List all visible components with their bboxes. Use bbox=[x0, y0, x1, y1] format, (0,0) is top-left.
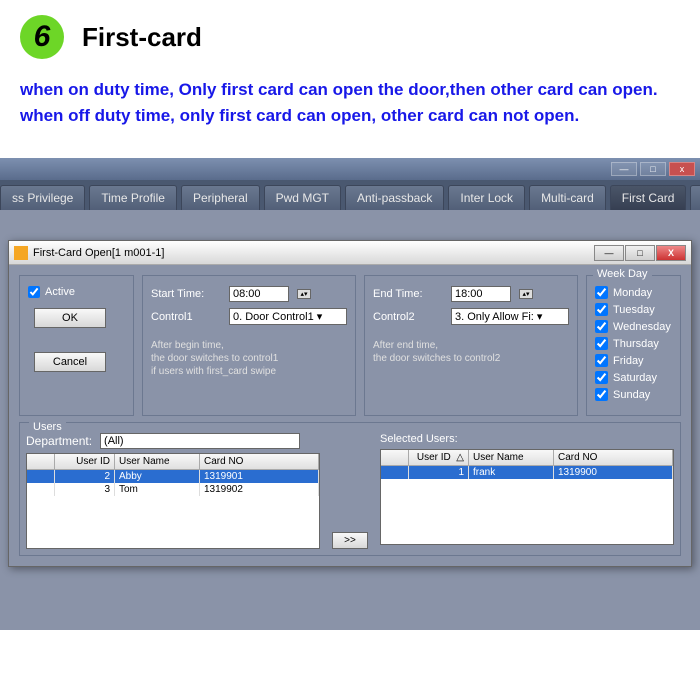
col-blank bbox=[381, 450, 409, 466]
tab-anti-passback[interactable]: Anti-passback bbox=[345, 185, 444, 210]
col-cardno: Card NO bbox=[554, 450, 673, 466]
start-time-label: Start Time: bbox=[151, 288, 221, 300]
end-time-input[interactable] bbox=[451, 286, 511, 302]
active-checkbox-input[interactable] bbox=[28, 286, 40, 298]
end-time-label: End Time: bbox=[373, 288, 443, 300]
minimize-button[interactable]: — bbox=[611, 162, 637, 176]
table-row[interactable]: 1frank1319900 bbox=[381, 466, 673, 479]
tab-bar: ss PrivilegeTime ProfilePeripheralPwd MG… bbox=[0, 180, 700, 210]
weekday-sunday[interactable]: Sunday bbox=[595, 388, 672, 401]
weekday-legend: Week Day bbox=[593, 268, 652, 280]
tab-ss-privilege[interactable]: ss Privilege bbox=[0, 185, 85, 210]
tab-task-list[interactable]: Task List bbox=[690, 185, 700, 210]
start-time-spinner[interactable]: ▴▾ bbox=[297, 289, 311, 299]
tab-multi-card[interactable]: Multi-card bbox=[529, 185, 606, 210]
desc-line-1: when on duty time, Only first card can o… bbox=[20, 77, 680, 103]
control2-select[interactable]: 3. Only Allow Fi: ▾ bbox=[451, 308, 569, 325]
users-legend: Users bbox=[29, 421, 66, 433]
weekday-friday[interactable]: Friday bbox=[595, 354, 672, 367]
start-hint: After begin time, the door switches to c… bbox=[151, 339, 347, 378]
control1-label: Control1 bbox=[151, 311, 221, 323]
dialog-minimize-button[interactable]: — bbox=[594, 245, 624, 261]
active-label: Active bbox=[45, 286, 75, 298]
dialog-close-button[interactable]: X bbox=[656, 245, 686, 261]
tab-first-card[interactable]: First Card bbox=[610, 185, 687, 210]
tab-pwd-mgt[interactable]: Pwd MGT bbox=[264, 185, 341, 210]
department-select[interactable]: (All) bbox=[100, 433, 300, 449]
start-panel: Start Time: ▴▾ Control1 0. Door Control1… bbox=[142, 275, 356, 416]
col-username: User Name bbox=[469, 450, 554, 466]
table-row[interactable]: 3Tom1319902 bbox=[27, 483, 319, 496]
dialog-icon bbox=[14, 246, 28, 260]
col-blank bbox=[27, 454, 55, 470]
tab-inter-lock[interactable]: Inter Lock bbox=[448, 185, 525, 210]
col-userid: User ID bbox=[55, 454, 115, 470]
selected-users-table[interactable]: User ID △ User Name Card NO 1frank131990… bbox=[380, 449, 674, 545]
tab-peripheral[interactable]: Peripheral bbox=[181, 185, 260, 210]
dialog-maximize-button[interactable]: □ bbox=[625, 245, 655, 261]
weekday-panel: Week Day MondayTuesdayWednesdayThursdayF… bbox=[586, 275, 681, 416]
first-card-dialog: First-Card Open[1 m001-1] — □ X Active bbox=[8, 240, 692, 567]
department-label: Department: bbox=[26, 434, 92, 448]
step-number: 6 bbox=[20, 15, 64, 59]
control1-select[interactable]: 0. Door Control1 ▾ bbox=[229, 308, 347, 325]
weekday-thursday[interactable]: Thursday bbox=[595, 337, 672, 350]
weekday-wednesday[interactable]: Wednesday bbox=[595, 320, 672, 333]
selected-users-label: Selected Users: bbox=[380, 433, 674, 445]
dialog-title: First-Card Open[1 m001-1] bbox=[33, 247, 164, 259]
desc-line-2: when off duty time, only first card can … bbox=[20, 103, 680, 129]
maximize-button[interactable]: □ bbox=[640, 162, 666, 176]
move-right-button[interactable]: >> bbox=[332, 532, 368, 549]
available-users-panel: Department: (All) User ID User Name Card… bbox=[26, 433, 320, 549]
dialog-titlebar: First-Card Open[1 m001-1] — □ X bbox=[9, 241, 691, 265]
weekday-tuesday[interactable]: Tuesday bbox=[595, 303, 672, 316]
active-checkbox[interactable]: Active bbox=[28, 286, 125, 298]
end-panel: End Time: ▴▾ Control2 3. Only Allow Fi: … bbox=[364, 275, 578, 416]
left-panel: Active OK Cancel bbox=[19, 275, 134, 416]
selected-users-panel: Selected Users: User ID △ User Name Card… bbox=[380, 433, 674, 549]
control2-label: Control2 bbox=[373, 311, 443, 323]
col-userid: User ID △ bbox=[409, 450, 469, 466]
end-hint: After end time, the door switches to con… bbox=[373, 339, 569, 378]
main-window: — □ x ss PrivilegeTime ProfilePeripheral… bbox=[0, 158, 700, 630]
description: when on duty time, Only first card can o… bbox=[0, 67, 700, 148]
col-username: User Name bbox=[115, 454, 200, 470]
weekday-monday[interactable]: Monday bbox=[595, 286, 672, 299]
col-cardno: Card NO bbox=[200, 454, 319, 470]
ok-button[interactable]: OK bbox=[34, 308, 106, 328]
cancel-button[interactable]: Cancel bbox=[34, 352, 106, 372]
weekday-saturday[interactable]: Saturday bbox=[595, 371, 672, 384]
tab-time-profile[interactable]: Time Profile bbox=[89, 185, 177, 210]
end-time-spinner[interactable]: ▴▾ bbox=[519, 289, 533, 299]
main-titlebar: — □ x bbox=[0, 158, 700, 180]
start-time-input[interactable] bbox=[229, 286, 289, 302]
available-users-table[interactable]: User ID User Name Card NO 2Abby13199013T… bbox=[26, 453, 320, 549]
step-title: First-card bbox=[82, 22, 202, 53]
table-row[interactable]: 2Abby1319901 bbox=[27, 470, 319, 483]
close-button[interactable]: x bbox=[669, 162, 695, 176]
